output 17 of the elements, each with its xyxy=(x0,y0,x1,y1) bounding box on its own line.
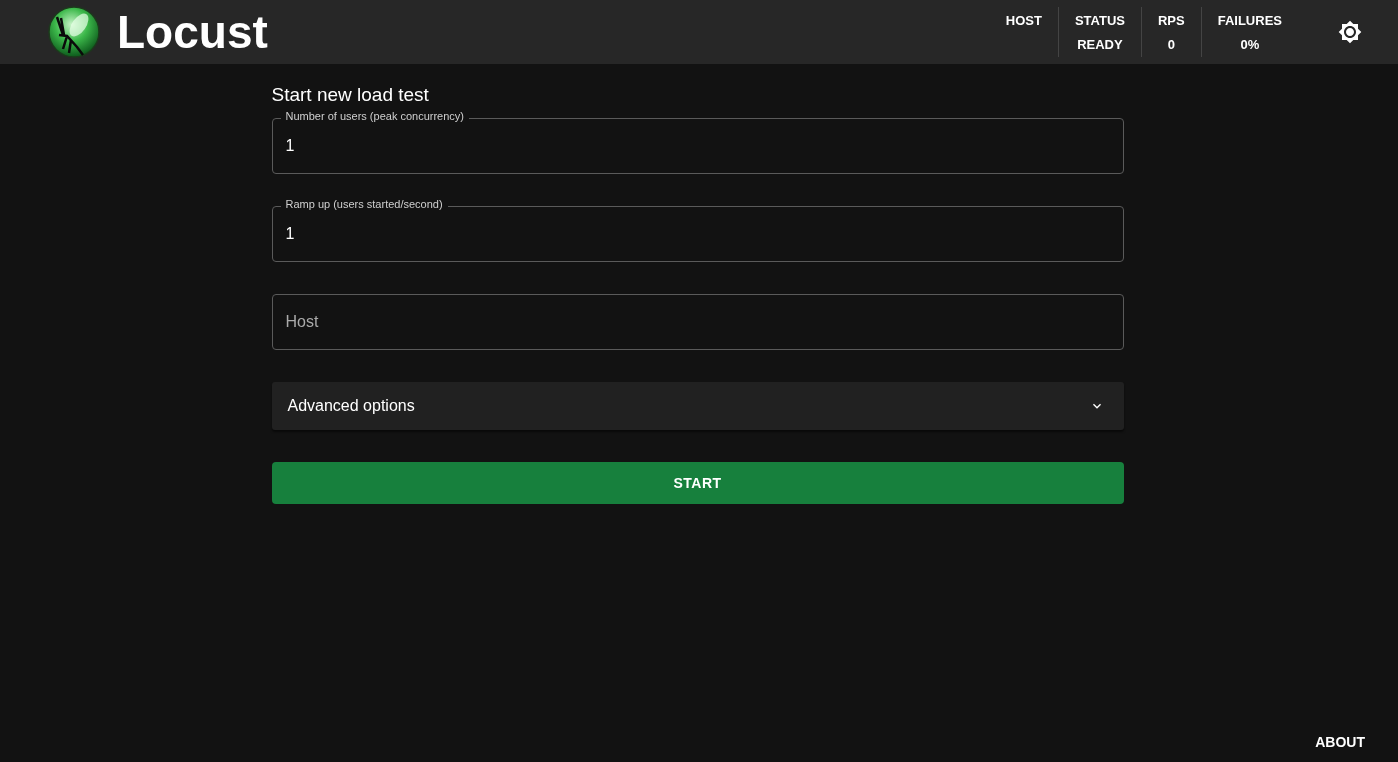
stat-label: FAILURES xyxy=(1217,13,1282,28)
stat-value: 0% xyxy=(1240,37,1260,52)
form-title: Start new load test xyxy=(271,84,430,106)
theme-toggle-icon[interactable] xyxy=(1338,20,1362,44)
about-link[interactable]: ABOUT xyxy=(1315,734,1365,750)
stat-label: HOST xyxy=(1005,13,1042,28)
stat-value: READY xyxy=(1077,37,1123,52)
field-label: Ramp up (users started/second) xyxy=(280,198,448,210)
stat-label: RPS xyxy=(1157,13,1185,28)
stat-value: 0 xyxy=(1167,37,1175,52)
stat-label: STATUS xyxy=(1074,13,1125,28)
input-field[interactable]: Host xyxy=(271,294,1124,350)
field-label: Number of users (peak concurrency) xyxy=(280,110,469,122)
advanced-options-accordion[interactable]: Advanced options xyxy=(271,382,1124,430)
locust-logo-icon xyxy=(47,5,101,59)
app-title: Locust xyxy=(117,5,268,59)
start-button[interactable]: START xyxy=(271,462,1124,504)
